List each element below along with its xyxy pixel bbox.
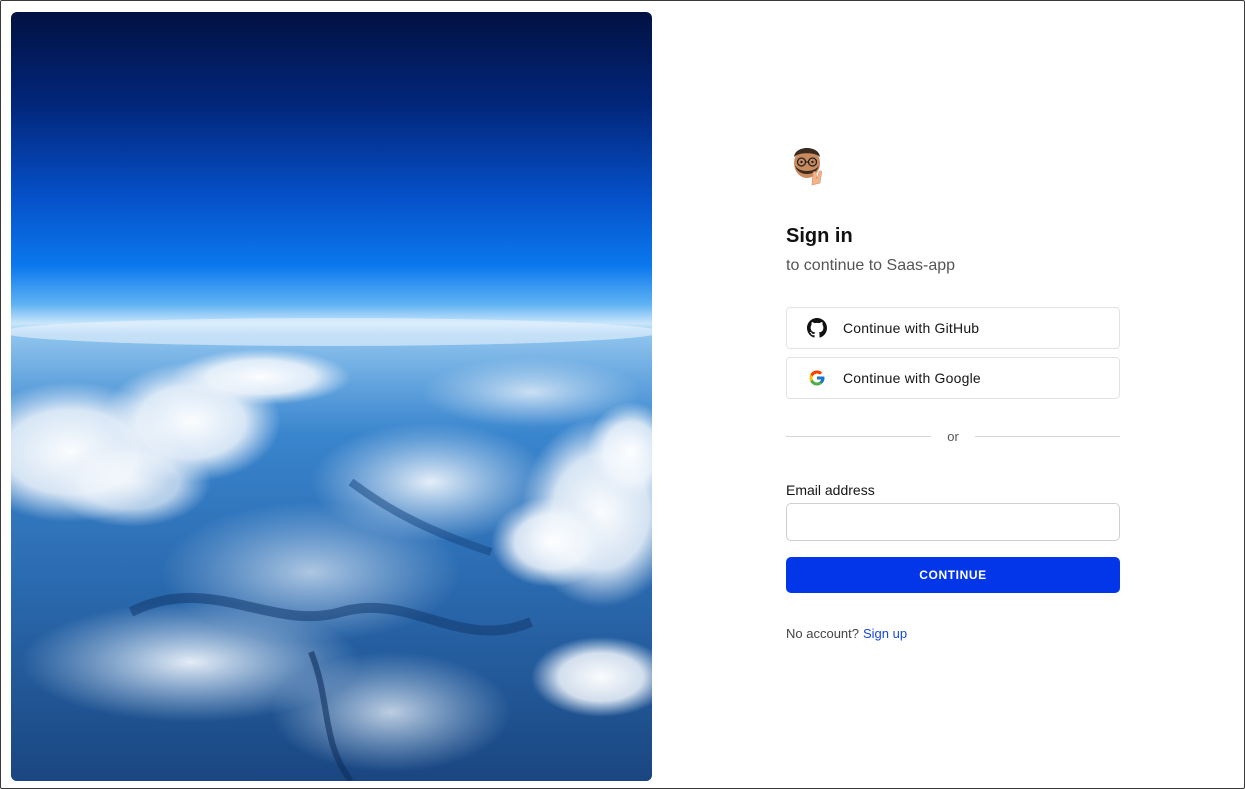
- divider-line-left: [786, 436, 932, 437]
- sign-up-footer: No account? Sign up: [786, 626, 907, 641]
- aerial-landscape-illustration: [11, 12, 652, 781]
- github-button-label: Continue with GitHub: [843, 320, 980, 336]
- google-icon: [807, 368, 827, 388]
- divider-text: or: [947, 429, 959, 444]
- email-input[interactable]: [786, 503, 1120, 541]
- hero-image: [11, 12, 652, 781]
- sign-up-link[interactable]: Sign up: [863, 626, 907, 641]
- google-button-label: Continue with Google: [843, 370, 981, 386]
- google-sign-in-button[interactable]: Continue with Google: [786, 357, 1120, 399]
- or-divider: or: [786, 429, 1120, 444]
- no-account-text: No account?: [786, 626, 859, 641]
- page-title: Sign in: [786, 225, 853, 247]
- continue-button[interactable]: CONTINUE: [786, 557, 1120, 593]
- divider-line-right: [974, 436, 1120, 437]
- github-icon: [807, 318, 827, 338]
- page-subtitle: to continue to Saas-app: [786, 257, 956, 274]
- sign-in-panel: Sign in to continue to Saas-app Continue…: [786, 141, 1120, 641]
- email-label: Email address: [786, 482, 875, 498]
- avatar: [794, 148, 822, 186]
- github-sign-in-button[interactable]: Continue with GitHub: [786, 307, 1120, 349]
- window-frame: Sign in to continue to Saas-app Continue…: [0, 0, 1245, 789]
